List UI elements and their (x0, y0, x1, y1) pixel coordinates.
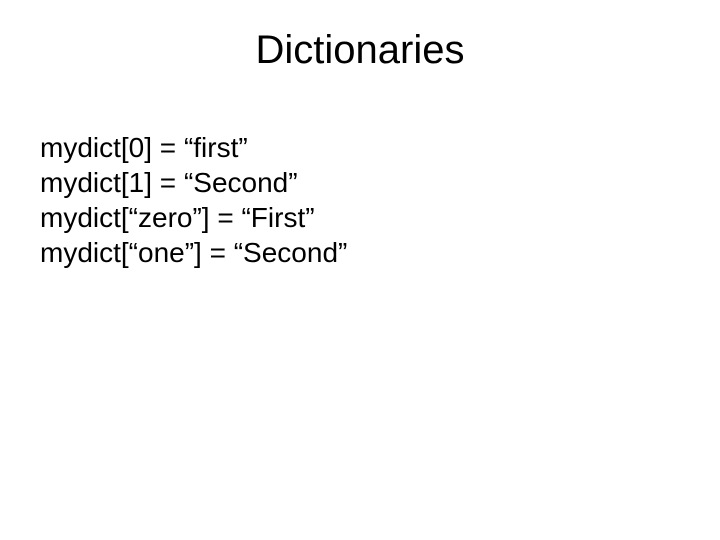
slide-title: Dictionaries (0, 28, 720, 73)
code-line: mydict[1] = “Second” (40, 165, 347, 200)
code-line: mydict[“zero”] = “First” (40, 200, 347, 235)
slide: Dictionaries mydict[0] = “first” mydict[… (0, 0, 720, 540)
code-line: mydict[“one”] = “Second” (40, 235, 347, 270)
code-line: mydict[0] = “first” (40, 130, 347, 165)
slide-body: mydict[0] = “first” mydict[1] = “Second”… (40, 130, 347, 270)
